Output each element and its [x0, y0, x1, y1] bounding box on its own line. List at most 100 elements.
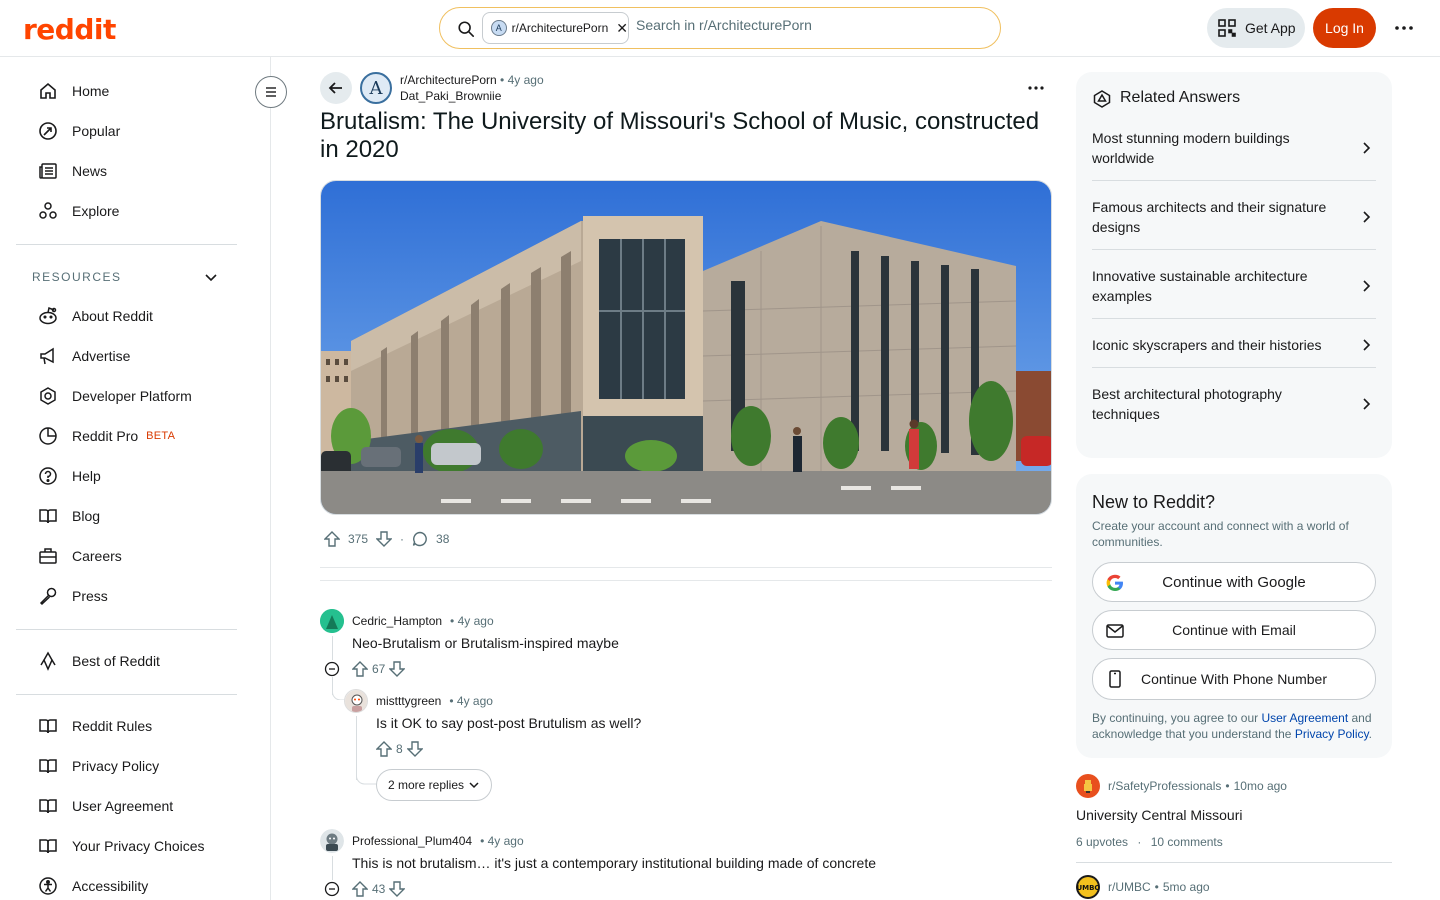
user-agreement-link[interactable]: User Agreement	[1261, 711, 1348, 725]
search-input[interactable]	[636, 17, 976, 33]
subreddit-avatar[interactable]: A	[360, 72, 392, 104]
upvote-icon[interactable]	[352, 880, 368, 898]
resources-heading[interactable]: RESOURCES	[32, 270, 122, 284]
related-answer-item[interactable]: Innovative sustainable architecture exam…	[1092, 258, 1376, 319]
sidebar-item-label: News	[72, 163, 108, 179]
feed-post-title[interactable]: University Central Missouri	[1076, 807, 1242, 823]
comment-author-name[interactable]: Cedric_Hampton	[352, 614, 442, 628]
sidebar-item-reddit-rules[interactable]: Reddit Rules	[38, 714, 152, 738]
sidebar-item-accessibility[interactable]: Accessibility	[38, 874, 148, 898]
sidebar-item-label: Reddit Rules	[72, 718, 153, 734]
developer-icon	[38, 386, 58, 406]
collapse-thread-icon[interactable]	[324, 881, 340, 897]
sidebar-item-about-reddit[interactable]: About Reddit	[38, 304, 153, 328]
thread-line[interactable]	[356, 716, 357, 780]
sidebar-item-popular[interactable]: Popular	[38, 119, 120, 143]
comment-author-name[interactable]: Professional_Plum404	[352, 834, 472, 848]
comment-author-name[interactable]: mistttygreen	[376, 694, 441, 708]
avatar[interactable]	[320, 609, 344, 633]
avatar[interactable]	[344, 689, 368, 713]
subreddit-link[interactable]: r/ArchitecturePorn	[400, 73, 497, 87]
comment-body: Neo-Brutalism or Brutalism-inspired mayb…	[352, 635, 619, 651]
upvote-icon[interactable]	[376, 740, 392, 758]
chevron-right-icon	[1358, 140, 1374, 156]
related-answer-item[interactable]: Famous architects and their signature de…	[1092, 189, 1376, 250]
more-options-icon[interactable]	[1394, 18, 1414, 38]
subreddit-avatar[interactable]: UMBC	[1076, 875, 1100, 899]
downvote-icon[interactable]	[376, 530, 393, 548]
chevron-right-icon	[1358, 396, 1374, 412]
comment-author[interactable]: Professional_Plum404 • 4y ago	[352, 834, 524, 848]
thread-line[interactable]	[332, 636, 333, 660]
post-meta: r/ArchitecturePorn • 4y ago	[400, 73, 544, 87]
sidebar-divider	[16, 244, 237, 245]
chevron-down-icon	[468, 779, 480, 791]
sidebar-item-label: Careers	[72, 548, 122, 564]
comment-age-prefix: •	[449, 694, 454, 708]
avatar[interactable]	[320, 829, 344, 853]
sidebar-item-advertise[interactable]: Advertise	[38, 344, 130, 368]
clear-scope-icon[interactable]: ✕	[616, 20, 628, 37]
get-app-button[interactable]: Get App	[1207, 8, 1305, 48]
post-more-options-icon[interactable]	[1026, 80, 1046, 96]
related-answer-item[interactable]: Most stunning modern buildings worldwide	[1092, 120, 1376, 181]
back-button[interactable]	[320, 72, 352, 104]
sidebar-item-help[interactable]: Help	[38, 464, 101, 488]
sidebar-item-explore[interactable]: Explore	[38, 199, 119, 223]
sidebar-item-home[interactable]: Home	[38, 79, 109, 103]
downvote-icon[interactable]	[406, 740, 423, 758]
privacy-policy-link[interactable]: Privacy Policy	[1295, 727, 1369, 741]
related-answer-item[interactable]: Best architectural photography technique…	[1092, 376, 1376, 437]
feed-age: 10mo ago	[1233, 779, 1287, 793]
feed-post-meta: r/SafetyProfessionals • 10mo ago	[1076, 774, 1287, 798]
reddit-logo[interactable]: reddit	[23, 13, 116, 46]
continue-with-email-button[interactable]: Continue with Email	[1092, 610, 1376, 650]
comment-author[interactable]: Cedric_Hampton • 4y ago	[352, 614, 494, 628]
upvote-count: 375	[348, 532, 369, 546]
answers-icon	[1092, 89, 1112, 109]
sidebar-item-blog[interactable]: Blog	[38, 504, 100, 528]
sidebar-item-label: Advertise	[72, 348, 131, 364]
feed-subreddit[interactable]: r/SafetyProfessionals	[1108, 779, 1221, 793]
chevron-right-icon	[1358, 278, 1374, 294]
sidebar-item-careers[interactable]: Careers	[38, 544, 122, 568]
separator-dot: •	[500, 73, 508, 87]
comment-body: Is it OK to say post-post Brutulism as w…	[376, 715, 642, 731]
briefcase-icon	[38, 546, 58, 566]
sidebar-item-news[interactable]: News	[38, 159, 107, 183]
feed-comments: 10 comments	[1150, 835, 1223, 849]
sidebar-item-developer-platform[interactable]: Developer Platform	[38, 384, 192, 408]
sidebar-item-privacy-choices[interactable]: Your Privacy Choices	[38, 834, 205, 858]
comment-author[interactable]: mistttygreen • 4y ago	[376, 694, 493, 708]
sidebar-item-user-agreement[interactable]: User Agreement	[38, 794, 173, 818]
upvote-icon[interactable]	[352, 660, 368, 678]
post-author[interactable]: Dat_Paki_Browniie	[400, 89, 501, 103]
sidebar-item-privacy-policy[interactable]: Privacy Policy	[38, 754, 159, 778]
sidebar-item-press[interactable]: Press	[38, 584, 108, 608]
sidebar-item-reddit-pro[interactable]: Reddit Pro BETA	[38, 424, 175, 448]
feed-post-meta: UMBC r/UMBC • 5mo ago	[1076, 875, 1210, 899]
feed-subreddit[interactable]: r/UMBC	[1108, 880, 1151, 894]
thread-line[interactable]	[332, 856, 333, 880]
comment-icon[interactable]	[412, 531, 428, 547]
more-replies-label: 2 more replies	[387, 778, 465, 792]
chevron-down-icon[interactable]	[203, 269, 219, 285]
subreddit-avatar-icon: A	[491, 20, 507, 36]
collapse-sidebar-button[interactable]	[255, 76, 287, 108]
related-answer-item[interactable]: Iconic skyscrapers and their histories	[1092, 327, 1376, 368]
post-image[interactable]	[320, 180, 1052, 515]
downvote-icon[interactable]	[389, 660, 406, 678]
continue-with-google-button[interactable]: Continue with Google	[1092, 562, 1376, 602]
continue-with-phone-button[interactable]: Continue With Phone Number	[1092, 658, 1376, 700]
subreddit-avatar[interactable]	[1076, 774, 1100, 798]
upvote-icon[interactable]	[324, 530, 340, 548]
vote-count: 8	[396, 742, 403, 756]
login-button[interactable]: Log In	[1313, 8, 1376, 48]
sidebar-item-best-of-reddit[interactable]: Best of Reddit	[38, 649, 160, 673]
related-answer-label: Iconic skyscrapers and their histories	[1092, 337, 1322, 353]
phone-label: Continue With Phone Number	[1141, 671, 1327, 687]
search-scope-chip[interactable]: A r/ArchitecturePorn ✕	[482, 12, 629, 44]
more-replies-button[interactable]: 2 more replies	[376, 769, 492, 801]
downvote-icon[interactable]	[389, 880, 406, 898]
collapse-thread-icon[interactable]	[324, 661, 340, 677]
